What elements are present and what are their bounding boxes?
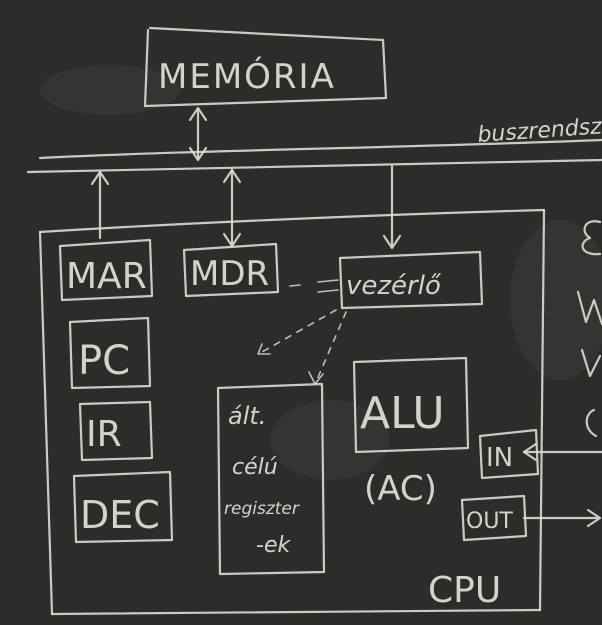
gpr-line-2: célú (232, 455, 278, 480)
alu-unit: ALU (AC) (352, 356, 470, 509)
pc-register: PC (68, 316, 152, 390)
pc-label: PC (78, 338, 130, 384)
ir-register: IR (78, 400, 154, 462)
alu-label: ALU (360, 388, 445, 439)
memory-block: MEMÓRIA (143, 26, 388, 108)
ir-label: IR (86, 414, 122, 455)
dec-register: DEC (72, 470, 174, 544)
control-signals (257, 309, 347, 385)
gpr-line-1: ált. (228, 402, 266, 430)
bus-label: buszrendszer (477, 113, 602, 148)
out-label: OUT (466, 509, 513, 534)
mdr-label: MDR (190, 254, 269, 294)
control-label: vezérlő (346, 271, 442, 301)
dec-label: DEC (80, 493, 160, 537)
chalkboard: MEMÓRIA buszrendszer CPU MAR MDR vezérlő… (26, 26, 602, 616)
cpu-label: CPU (428, 570, 501, 611)
control-unit: vezérlő (289, 250, 484, 310)
gpr-line-3: regiszter (224, 499, 300, 519)
memory-label: MEMÓRIA (158, 56, 336, 97)
system-bus: buszrendszer (26, 113, 602, 174)
bus-mdr-arrow (222, 168, 242, 248)
mar-register: MAR (58, 238, 154, 302)
in-label: IN (486, 443, 513, 473)
mdr-register: MDR (182, 242, 280, 298)
bus-control-arrow (382, 164, 402, 250)
gpr-line-4: -ek (256, 533, 291, 558)
out-port: OUT (460, 494, 602, 542)
accumulator-label: (AC) (364, 469, 437, 509)
mar-label: MAR (66, 256, 147, 297)
